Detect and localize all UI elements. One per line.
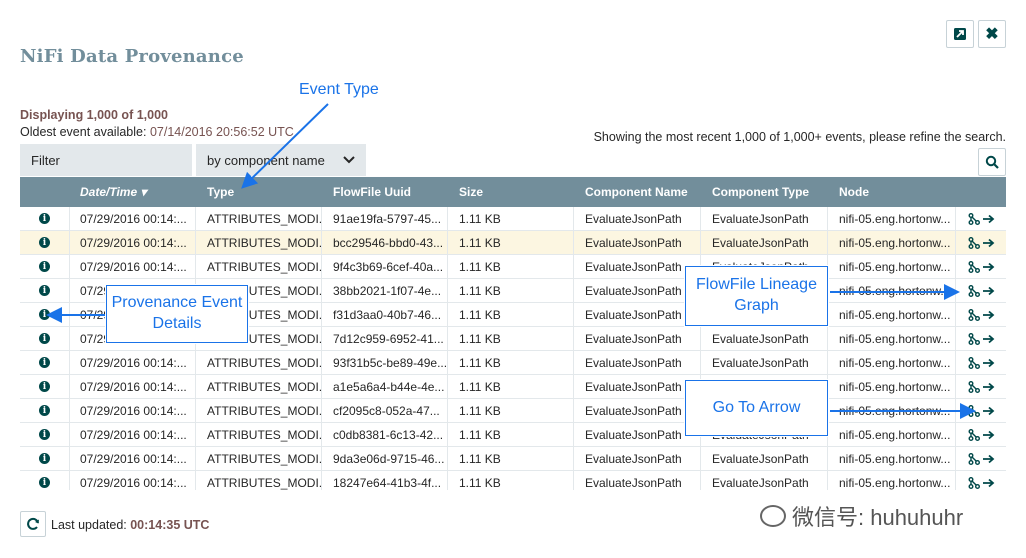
event-type-arrow <box>241 103 329 189</box>
watermark-text: 微信号: huhuhuhr <box>792 505 964 530</box>
annotation-provenance-details: Provenance Event Details <box>106 285 248 343</box>
annotation-arrows <box>46 103 976 419</box>
annotation-go-to-arrow: Go To Arrow <box>685 380 828 436</box>
watermark: 微信号: huhuhuhr <box>760 500 963 532</box>
wechat-logo-icon <box>760 505 786 527</box>
annotation-lineage-graph: FlowFile Lineage Graph <box>685 266 828 326</box>
